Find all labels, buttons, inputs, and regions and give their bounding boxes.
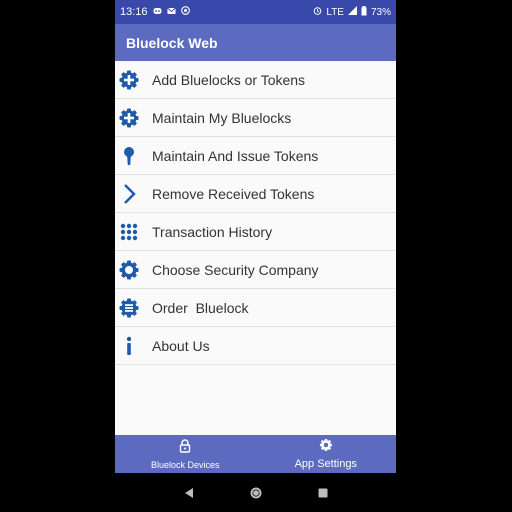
menu-item-transaction-history[interactable]: Transaction History (115, 213, 396, 251)
menu-item-label: Transaction History (152, 223, 273, 240)
at-sign-icon (180, 6, 190, 18)
battery-icon (361, 5, 367, 19)
add-gear-icon (118, 69, 140, 91)
menu-item-label: Remove Received Tokens (152, 185, 315, 202)
app-title: Bluelock Web (126, 34, 218, 51)
add-gear-icon (118, 107, 140, 129)
app-bar: Bluelock Web (115, 24, 396, 61)
bottom-navigation: Bluelock Devices App Settings (115, 435, 396, 473)
home-button[interactable] (248, 485, 264, 501)
menu-item-label: About Us (152, 337, 210, 354)
recents-button[interactable] (315, 485, 331, 501)
info-icon (118, 335, 140, 357)
menu-item-label: Maintain My Bluelocks (152, 109, 292, 126)
chevron-right-icon (118, 183, 140, 205)
nav-app-settings[interactable]: App Settings (256, 435, 397, 473)
battery-percent: 73% (370, 6, 391, 18)
status-left: 13:16 (120, 6, 190, 18)
menu-item-maintain-tokens[interactable]: Maintain And Issue Tokens (115, 137, 396, 175)
menu-item-choose-security-company[interactable]: Choose Security Company (115, 251, 396, 289)
grid-dots-icon (118, 221, 140, 243)
menu-item-maintain-bluelocks[interactable]: Maintain My Bluelocks (115, 99, 396, 137)
nav-devices-label: Bluelock Devices (150, 459, 220, 470)
main-content: Add Bluelocks or Tokens Maintain My Blue… (115, 61, 396, 435)
menu-item-label: Maintain And Issue Tokens (152, 147, 319, 164)
nav-settings-label: App Settings (294, 458, 357, 470)
system-navigation-bar (115, 473, 396, 512)
menu-item-label: Add Bluelocks or Tokens (152, 71, 306, 88)
alarm-icon (313, 6, 322, 18)
network-type: LTE (326, 6, 344, 18)
menu-item-label: Order Bluelock (152, 299, 249, 316)
menu-item-label: Choose Security Company (152, 261, 319, 278)
keyhole-icon (118, 145, 140, 167)
menu-item-add-bluelocks[interactable]: Add Bluelocks or Tokens (115, 61, 396, 99)
lock-icon (179, 438, 191, 458)
back-button[interactable] (181, 485, 197, 501)
phone-screen: 13:16 LTE 73% Bluelock Web Add Bluelocks… (115, 0, 396, 512)
menu-item-remove-tokens[interactable]: Remove Received Tokens (115, 175, 396, 213)
settings-gear-icon (319, 438, 333, 457)
nav-bluelock-devices[interactable]: Bluelock Devices (115, 435, 256, 473)
signal-icon (347, 6, 357, 18)
list-gear-icon (118, 297, 140, 319)
menu-list: Add Bluelocks or Tokens Maintain My Blue… (115, 61, 396, 365)
status-time: 13:16 (120, 6, 148, 18)
gear-icon (118, 259, 140, 281)
menu-item-order-bluelock[interactable]: Order Bluelock (115, 289, 396, 327)
menu-item-about-us[interactable]: About Us (115, 327, 396, 365)
status-right: LTE 73% (313, 5, 391, 19)
discord-icon (153, 7, 162, 18)
status-bar: 13:16 LTE 73% (115, 0, 396, 24)
mail-icon (166, 7, 176, 18)
